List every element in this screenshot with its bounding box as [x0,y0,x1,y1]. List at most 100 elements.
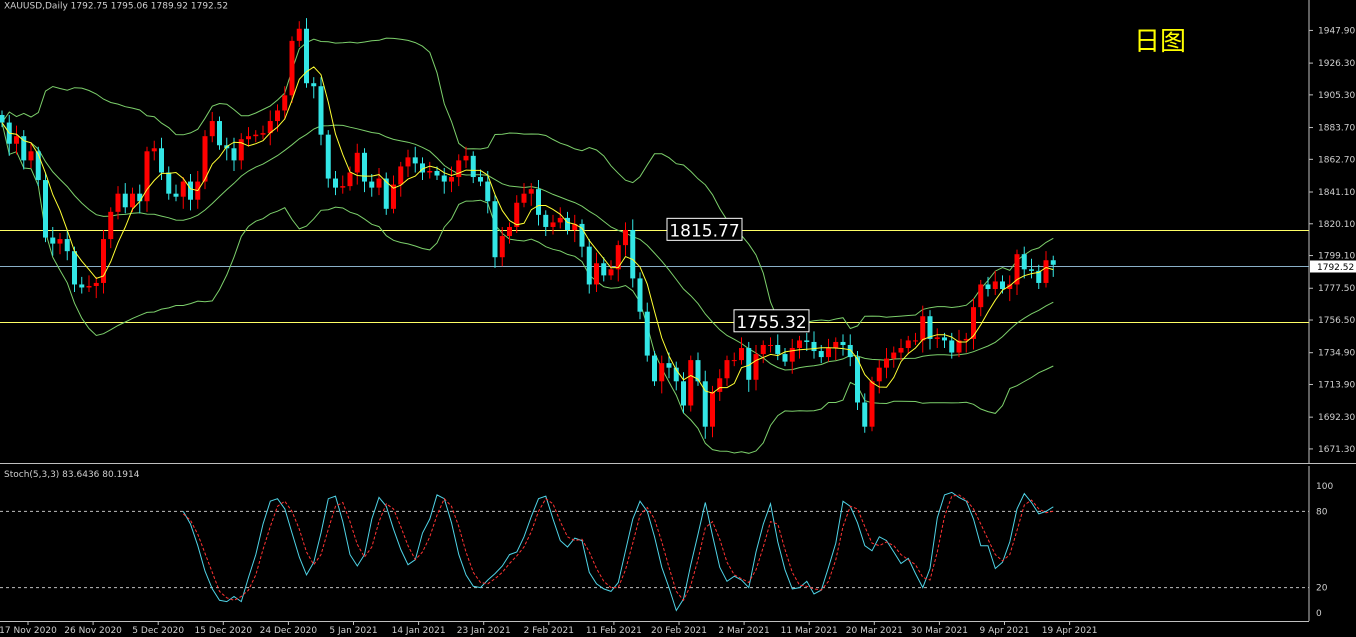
candle-body [869,381,875,427]
candle-body [470,155,476,178]
price-tick-label: 1671.30 [1318,445,1355,455]
candle-body [1000,281,1005,289]
candle-body [57,239,63,244]
candle-body [151,148,157,152]
candle-body [898,348,904,353]
candle-body [507,226,512,237]
candle-body [847,344,853,358]
symbol-header: XAUUSD,Daily 1792.75 1795.06 1789.92 179… [4,2,228,12]
candle-body [543,214,549,227]
candle-body [833,341,839,349]
candle-body [296,28,302,41]
candle-body [304,28,309,84]
candle-body [333,178,338,188]
candle-body [1021,254,1027,270]
level-labels: 1815.77 1755.32 [666,217,810,333]
candle-body [260,133,266,135]
level-label-1: 1755.32 [733,309,810,333]
candle-body [797,340,802,349]
candle-body [485,181,491,202]
candle-body [79,284,85,288]
price-tick-label: 1905.30 [1318,91,1355,101]
candle-body [289,40,295,96]
candle-body [159,148,164,173]
candle-body [681,381,686,406]
candle-body [536,189,541,215]
price-tick-label: 1692.30 [1318,413,1355,423]
date-tick-label: 11 Feb 2021 [586,626,642,636]
candle-body [405,157,411,167]
candle-body [180,181,186,197]
candle-body [398,166,404,185]
candle-body [376,178,382,188]
candle-body [246,136,251,140]
stoch-title: Stoch(5,3,3) 83.6436 80.1914 [4,470,140,480]
candle-body [920,316,926,341]
candle-body [347,172,353,187]
candle-body [949,340,955,353]
date-tick-label: 11 Mar 2021 [781,626,838,636]
candle-body [275,110,280,122]
candle-body [188,181,193,200]
stoch-tick-label: 20 [1316,584,1328,594]
candle-body [137,193,143,202]
level-label-text: 1755.32 [736,313,806,333]
candle-body [282,95,288,111]
date-tick-label: 19 Apr 2021 [1042,626,1098,636]
candle-body [528,189,534,194]
price-axis-ticks: 1947.90 1926.30 1905.30 1883.70 1862.70 1841.… [1309,26,1356,455]
candle-body [623,229,628,246]
date-tick-label: 24 Dec 2020 [260,626,318,636]
candle-body [905,340,911,349]
candle-body [710,391,715,427]
candle-body [826,348,831,358]
date-tick-label: 26 Nov 2020 [64,626,122,636]
candle-body [608,269,614,276]
level-label-0: 1815.77 [666,217,743,241]
price-tick-label: 1926.30 [1318,59,1355,69]
date-tick-label: 2 Mar 2021 [718,626,769,636]
candle-body [354,152,360,173]
candle-body [318,86,324,135]
price-tick-label: 1820.10 [1318,220,1355,230]
candle-body [724,360,730,379]
level-label-text: 1815.77 [669,221,739,241]
candle-body [1043,260,1049,283]
candle-body [130,193,135,208]
bollinger-bands [1,37,1054,454]
candle-body [499,236,505,258]
candle-body [862,402,868,427]
candle-body [594,263,599,285]
candle-body [108,211,114,240]
date-axis-ticks: 17 Nov 2020 26 Nov 2020 5 Dec 2020 15 Dec 2… [0,621,1097,636]
date-tick-label: 30 Mar 2021 [911,626,968,636]
candle-body [0,114,5,123]
candle-body [449,177,454,182]
date-tick-label: 9 Apr 2021 [980,626,1030,636]
candle-body [14,136,19,144]
stoch-tick-label: 80 [1316,507,1328,517]
candle-body [217,121,222,146]
date-tick-label: 17 Nov 2020 [0,626,57,636]
candle-body [492,201,498,258]
date-tick-label: 2 Feb 2021 [524,626,574,636]
price-tick-label: 1756.50 [1318,316,1355,326]
date-tick-label: 20 Mar 2021 [846,626,903,636]
candle-body [942,337,947,341]
candle-body [441,175,447,182]
stoch-tick-label: 0 [1316,609,1322,619]
candlesticks [0,18,1056,439]
candle-body [456,160,462,178]
candle-body [28,151,34,161]
candle-body [731,360,737,362]
candle-body [913,340,918,342]
candle-body [369,181,375,188]
candle-body [173,193,179,197]
date-tick-label: 15 Dec 2020 [195,626,253,636]
candle-body [652,355,657,382]
price-tick-label: 1713.90 [1318,380,1355,390]
candle-body [35,151,41,181]
candle-body [21,136,27,161]
candle-body [144,151,150,202]
price-tick-label: 1777.50 [1318,284,1355,294]
